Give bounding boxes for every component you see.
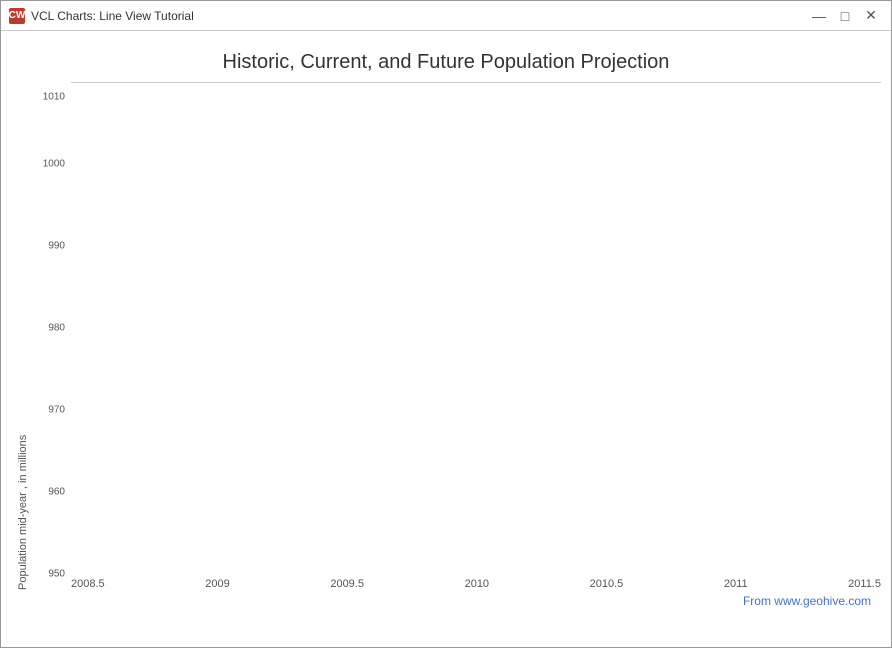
- chart-area: Population mid-year , in millions 950 96…: [11, 82, 881, 590]
- y-tick-990: 990: [48, 240, 65, 251]
- y-axis-label: Population mid-year , in millions: [11, 82, 31, 590]
- x-label-20095: 2009.5: [330, 578, 364, 590]
- point-value-label: 982: [485, 82, 503, 83]
- x-label-2009: 2009: [205, 578, 229, 590]
- title-bar-left: CW VCL Charts: Line View Tutorial: [9, 8, 194, 24]
- main-window: CW VCL Charts: Line View Tutorial — □ ✕ …: [0, 0, 892, 648]
- window-title: VCL Charts: Line View Tutorial: [31, 9, 194, 23]
- y-tick-1000: 1000: [43, 159, 65, 170]
- minimize-button[interactable]: —: [807, 6, 831, 26]
- window-controls: — □ ✕: [807, 6, 883, 26]
- y-tick-950: 950: [48, 569, 65, 580]
- app-icon: CW: [9, 8, 25, 24]
- y-tick-980: 980: [48, 323, 65, 334]
- chart-plot: 982 Europe: [71, 82, 881, 83]
- y-tick-970: 970: [48, 405, 65, 416]
- title-bar: CW VCL Charts: Line View Tutorial — □ ✕: [1, 1, 891, 31]
- x-label-20105: 2010.5: [590, 578, 624, 590]
- y-tick-960: 960: [48, 486, 65, 497]
- x-label-20085: 2008.5: [71, 578, 105, 590]
- maximize-button[interactable]: □: [833, 6, 857, 26]
- chart-title: Historic, Current, and Future Population…: [11, 51, 881, 74]
- chart-container: Historic, Current, and Future Population…: [1, 31, 891, 647]
- x-label-2010: 2010: [465, 578, 489, 590]
- x-label-2011: 2011: [724, 578, 748, 590]
- y-tick-1010: 1010: [43, 91, 65, 102]
- close-button[interactable]: ✕: [859, 6, 883, 26]
- attribution: From www.geohive.com: [11, 590, 881, 612]
- x-label-20115: 2011.5: [848, 578, 881, 590]
